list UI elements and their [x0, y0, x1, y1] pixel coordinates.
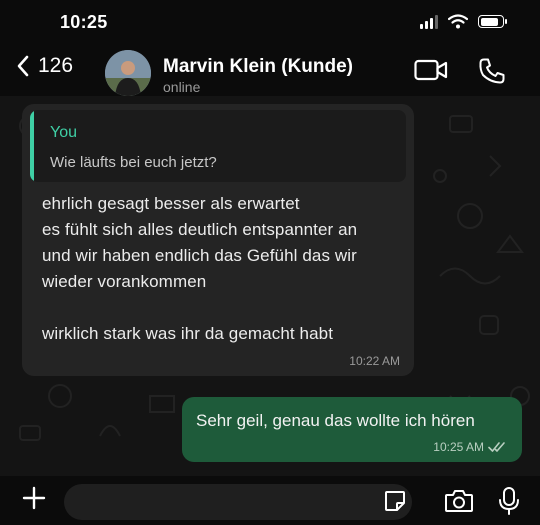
message-line: wieder vorankommen — [42, 272, 207, 291]
contact-name[interactable]: Marvin Klein (Kunde) — [163, 56, 353, 78]
incoming-message[interactable]: You Wie läufts bei euch jetzt? ehrlich g… — [22, 104, 414, 376]
message-timestamp: 10:25 AM — [433, 440, 484, 454]
wifi-icon — [448, 14, 468, 29]
cellular-signal-icon — [420, 14, 438, 29]
message-meta: 10:25 AM — [433, 440, 508, 454]
quote-author: You — [50, 124, 77, 141]
video-call-button[interactable] — [414, 58, 448, 82]
message-line: ehrlich gesagt besser als erwartet — [42, 194, 300, 213]
status-bar: 10:25 — [0, 0, 540, 44]
camera-button[interactable] — [444, 488, 474, 514]
message-line: und wir haben endlich das Gefühl das wir — [42, 246, 357, 265]
message-text: Sehr geil, genau das wollte ich hören — [196, 411, 475, 430]
double-check-icon — [488, 442, 505, 452]
voice-call-button[interactable] — [478, 57, 506, 85]
chevron-left-icon — [17, 55, 29, 77]
quote-accent-bar — [30, 110, 34, 182]
chat-header: 126 Marvin Klein (Kunde) online — [0, 44, 540, 100]
microphone-button[interactable] — [498, 486, 520, 516]
battery-icon — [478, 15, 507, 28]
back-button[interactable]: 126 — [16, 54, 73, 78]
composer-bar — [0, 476, 540, 525]
message-line: wirklich stark was ihr da gemacht habt — [42, 324, 334, 343]
battery-level — [480, 17, 499, 26]
message-line: es fühlt sich alles deutlich entspannter… — [42, 220, 358, 239]
message-timestamp: 10:22 AM — [349, 354, 400, 368]
outgoing-message[interactable]: Sehr geil, genau das wollte ich hören 10… — [182, 397, 522, 462]
status-icons — [420, 14, 507, 29]
status-time: 10:25 — [60, 12, 108, 32]
message-input[interactable] — [64, 484, 412, 520]
sticker-button[interactable] — [383, 489, 407, 513]
contact-status: online — [163, 79, 201, 95]
attach-button[interactable] — [22, 486, 46, 510]
avatar[interactable] — [105, 50, 151, 96]
quoted-message[interactable]: You Wie läufts bei euch jetzt? — [30, 110, 406, 182]
unread-count: 126 — [38, 54, 74, 77]
quote-text: Wie läufts bei euch jetzt? — [50, 154, 217, 171]
